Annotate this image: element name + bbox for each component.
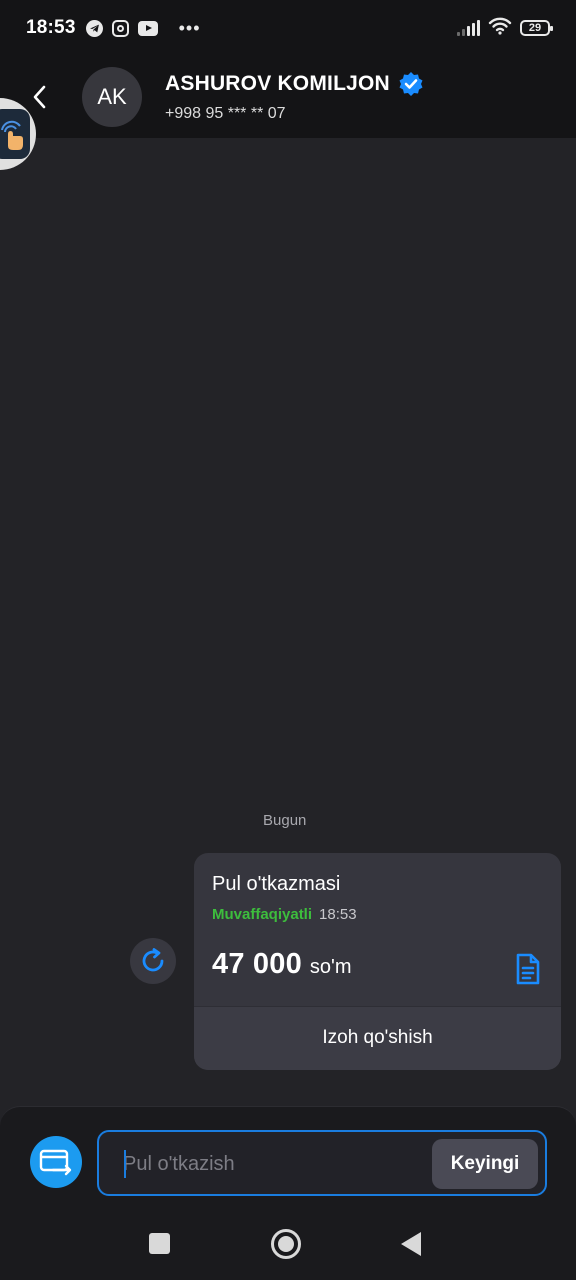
- transfer-currency: so'm: [309, 956, 352, 978]
- transfer-input-box: Keyingi: [97, 1130, 547, 1196]
- contact-name: ASHUROV KOMILJON: [165, 72, 390, 95]
- contact-phone: +998 95 *** ** 07: [165, 105, 286, 122]
- home-icon[interactable]: [271, 1229, 301, 1259]
- receipt-icon[interactable]: [515, 953, 541, 985]
- transfer-time: 18:53: [319, 906, 357, 923]
- add-comment-button[interactable]: Izoh qo'shish: [194, 1006, 561, 1070]
- repeat-transfer-button[interactable]: [130, 938, 176, 984]
- next-button[interactable]: Keyingi: [432, 1139, 538, 1189]
- wifi-icon: [488, 17, 512, 40]
- recents-icon[interactable]: [149, 1233, 170, 1254]
- status-time: 18:53: [26, 17, 76, 38]
- youtube-icon: [137, 20, 158, 36]
- signal-icon: [457, 20, 480, 36]
- instagram-icon: [111, 19, 129, 37]
- navigation-bar: [0, 1216, 576, 1280]
- text-caret: [124, 1150, 126, 1178]
- status-bar: 18:53 ••• 29: [0, 0, 576, 56]
- notification-icons: •••: [85, 17, 201, 39]
- hand-tap-icon: [0, 109, 30, 159]
- date-separator: Bugun: [263, 812, 307, 829]
- verified-badge-icon: [399, 72, 423, 96]
- avatar[interactable]: AK: [82, 67, 142, 127]
- card-transfer-button[interactable]: [30, 1136, 82, 1188]
- chat-header: AK ASHUROV KOMILJON +998 95 *** ** 07: [0, 56, 576, 138]
- card-transfer-icon: [39, 1149, 72, 1176]
- back-arrow-icon: [33, 85, 46, 109]
- telegram-icon: [85, 19, 103, 37]
- contact-info[interactable]: ASHUROV KOMILJON +998 95 *** ** 07: [165, 71, 424, 123]
- nav-back-icon[interactable]: [401, 1232, 421, 1256]
- transfer-title: Pul o'tkazmasi: [212, 873, 341, 895]
- transfer-card[interactable]: Pul o'tkazmasi Muvaffaqiyatli 18:53 47 0…: [194, 853, 561, 1070]
- transfer-input[interactable]: [123, 1150, 423, 1178]
- battery-icon: 29: [520, 20, 553, 36]
- transfer-status: Muvaffaqiyatli: [212, 906, 313, 923]
- refresh-icon: [142, 948, 164, 972]
- transfer-amount: 47 000: [212, 948, 302, 980]
- more-notifications-icon: •••: [178, 17, 201, 38]
